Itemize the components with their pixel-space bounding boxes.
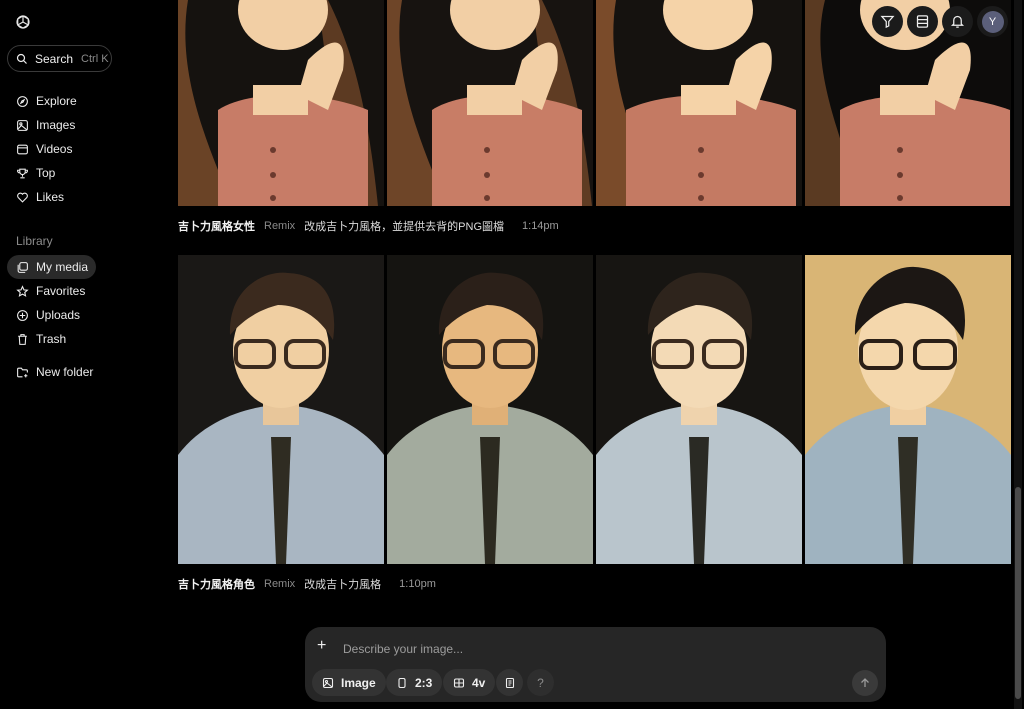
image-icon [17, 119, 28, 131]
caption-title[interactable]: 吉卜力風格女性 [178, 218, 255, 234]
nav-top[interactable]: Top [7, 161, 157, 185]
nav-label: Videos [36, 142, 73, 156]
nav-label: Likes [36, 190, 65, 204]
nav-likes[interactable]: Likes [7, 185, 157, 209]
gallery-image[interactable] [596, 0, 802, 206]
search-icon [16, 53, 27, 64]
media-icon [17, 261, 28, 273]
submit-button[interactable] [852, 670, 878, 696]
gallery-image[interactable] [596, 255, 802, 564]
gallery-image[interactable] [178, 255, 384, 564]
gallery-image[interactable] [178, 0, 384, 206]
nav-label: Images [36, 118, 76, 132]
variants-label: 4v [472, 675, 486, 690]
nav-label: Trash [36, 332, 67, 346]
folder-plus-icon [17, 367, 28, 377]
nav-videos[interactable]: Videos [7, 137, 157, 161]
prompt-composer: + Describe your image... Image 2:3 4v ? [305, 627, 886, 702]
preset-book-icon [505, 677, 514, 688]
ratio-label: 2:3 [415, 675, 433, 690]
nav-my-media[interactable]: My media [7, 255, 96, 279]
caption-title[interactable]: 吉卜力風格角色 [178, 576, 255, 592]
library-nav: My media Favorites Uploads Trash New fol… [7, 255, 157, 384]
upload-icon [17, 309, 28, 321]
image-icon [322, 677, 334, 688]
variants-button[interactable]: 4v [443, 669, 496, 696]
gallery-caption-1: 吉卜力風格女性 Remix 改成吉卜力風格，並提供去背的PNG圖檔 1:14pm [178, 218, 559, 234]
star-icon [16, 284, 29, 297]
gallery-image[interactable] [805, 255, 1011, 564]
nav-favorites[interactable]: Favorites [7, 279, 157, 303]
nav-explore[interactable]: Explore [7, 89, 157, 113]
search-label: Search [35, 51, 74, 66]
help-button[interactable]: ? [527, 669, 554, 696]
avatar-initial: Y [981, 10, 1004, 33]
sidebar: Search Ctrl K Explore Images Videos Top … [0, 0, 168, 709]
aspect-ratio-button[interactable]: 2:3 [386, 669, 443, 696]
bell-icon [950, 15, 965, 28]
scrollbar-thumb[interactable] [1015, 487, 1021, 699]
nav-uploads[interactable]: Uploads [7, 303, 157, 327]
nav-label: Favorites [36, 284, 86, 298]
type-selector-button[interactable]: Image [312, 669, 386, 696]
openai-logo-icon[interactable] [14, 13, 32, 31]
caption-time: 1:14pm [522, 220, 559, 232]
caption-prompt: 改成吉卜力風格，並提供去背的PNG圖檔 [304, 221, 505, 233]
remix-link[interactable]: Remix [264, 578, 295, 590]
presets-button[interactable] [496, 669, 523, 696]
nav-label: My media [36, 260, 89, 274]
grid-icon [453, 677, 465, 688]
add-attachment-icon[interactable]: + [317, 638, 331, 654]
gallery-image[interactable] [387, 255, 593, 564]
new-folder-button[interactable]: New folder [7, 360, 157, 384]
nav-trash[interactable]: Trash [7, 327, 157, 351]
nav-label: Uploads [36, 308, 81, 322]
woman-illustration-image [596, 0, 802, 206]
man-illustration-image [178, 255, 384, 564]
type-label: Image [341, 675, 376, 690]
nav-label: Top [36, 166, 56, 180]
main-nav: Explore Images Videos Top Likes [7, 89, 157, 209]
user-avatar-button[interactable]: Y [977, 6, 1008, 37]
library-heading: Library [16, 234, 53, 248]
prompt-input[interactable]: Describe your image... [343, 642, 463, 656]
search-button[interactable]: Search Ctrl K [7, 45, 112, 72]
caption-prompt: 改成吉卜力風格 [304, 579, 382, 591]
trash-icon [18, 333, 27, 345]
notifications-button[interactable] [942, 6, 973, 37]
layout-button[interactable] [907, 6, 938, 37]
heart-icon [17, 192, 28, 203]
list-layout-icon [916, 15, 929, 28]
search-shortcut: Ctrl K [81, 52, 109, 65]
woman-illustration-image [387, 0, 593, 206]
arrow-up-icon [861, 678, 869, 687]
remix-link[interactable]: Remix [264, 220, 295, 232]
nav-label: Explore [36, 94, 77, 108]
man-illustration-image [387, 255, 593, 564]
gallery-caption-2: 吉卜力風格角色 Remix 改成吉卜力風格 1:10pm [178, 576, 436, 592]
caption-time: 1:10pm [399, 578, 436, 590]
woman-illustration-image [178, 0, 384, 206]
gallery-image[interactable] [387, 0, 593, 206]
filter-button[interactable] [872, 6, 903, 37]
man-illustration-image [596, 255, 802, 564]
new-folder-label: New folder [36, 365, 94, 379]
gallery-row-2 [178, 255, 1011, 564]
nav-images[interactable]: Images [7, 113, 157, 137]
top-actions: Y [872, 6, 1008, 37]
compass-icon [17, 95, 28, 107]
portrait-ratio-icon [398, 677, 406, 688]
video-icon [17, 144, 28, 154]
man-illustration-image [805, 255, 1011, 564]
trophy-icon [17, 168, 28, 178]
filter-icon [880, 15, 895, 29]
